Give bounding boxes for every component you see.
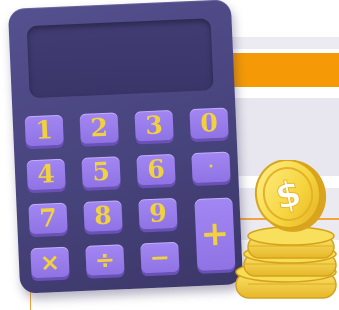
calculator-key-multiply: × — [30, 246, 70, 279]
coin-stack-illustration: $ — [235, 160, 337, 299]
calculator-display — [26, 18, 214, 99]
calculator-key-1: 1 — [24, 114, 64, 147]
calculator-key-0: 0 — [189, 107, 229, 140]
coin-stack — [235, 226, 337, 299]
background-stripe — [232, 37, 339, 49]
calculator-key-2: 2 — [79, 112, 119, 144]
calculator-illustration: 1 2 3 0 4 5 6 . 7 8 9 × ÷ − + — [7, 0, 244, 294]
calculator-key-divide: ÷ — [85, 244, 125, 276]
calculator-key-3: 3 — [134, 109, 174, 142]
calculator-key-9: 9 — [138, 197, 178, 230]
calculator-key-4: 4 — [26, 158, 66, 191]
calculator-key-5: 5 — [81, 156, 121, 188]
calculator-key-decimal: . — [191, 151, 231, 184]
calculator-key-7: 7 — [28, 202, 68, 235]
calculator-key-6: 6 — [136, 153, 176, 186]
calculator-key-8: 8 — [83, 200, 123, 232]
dollar-coin: $ — [254, 160, 327, 232]
orange-banner-stripe — [232, 53, 339, 87]
calculator-key-minus: − — [140, 241, 180, 274]
